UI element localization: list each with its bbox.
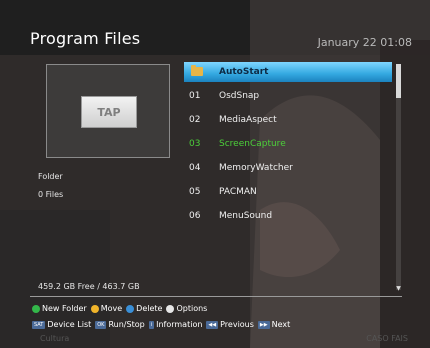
options-label: Options xyxy=(176,304,208,313)
forward-key-icon: ▶▶ xyxy=(257,320,270,329)
yellow-button-icon xyxy=(90,304,99,313)
list-item-name: AutoStart xyxy=(219,67,269,77)
list-item-autostart[interactable]: AutoStart xyxy=(184,62,392,82)
green-button-icon xyxy=(32,304,40,313)
screen: Program Files January 22 01:08 TAP Folde… xyxy=(0,0,430,348)
list-item-name: MediaAspect xyxy=(219,115,277,125)
file-list: AutoStart 01 OsdSnap 02 MediaAspect 03 S… xyxy=(184,62,404,292)
scrollbar[interactable]: ▼ xyxy=(395,64,402,292)
list-item-number: 02 xyxy=(189,115,201,125)
list-item-number: 05 xyxy=(189,187,201,197)
new-folder-label: New Folder xyxy=(42,304,87,313)
tap-label: TAP xyxy=(97,105,121,119)
divider xyxy=(30,296,402,297)
list-item-name: MenuSound xyxy=(219,211,273,221)
item-type: Folder xyxy=(38,172,63,181)
list-item[interactable]: 05 PACMAN xyxy=(184,182,392,202)
list-item-number: 06 xyxy=(189,211,201,221)
delete-action[interactable]: Delete xyxy=(126,304,162,313)
new-folder-action[interactable]: New Folder xyxy=(32,304,87,313)
info-key-icon: i xyxy=(148,320,155,329)
scroll-down-icon[interactable]: ▼ xyxy=(395,286,402,292)
list-item[interactable]: 04 MemoryWatcher xyxy=(184,158,392,178)
list-item-name: PACMAN xyxy=(219,187,257,197)
list-item-name: MemoryWatcher xyxy=(219,163,293,173)
list-item[interactable]: 03 ScreenCapture xyxy=(184,134,392,154)
scrollbar-thumb[interactable] xyxy=(396,64,401,98)
run-stop-action[interactable]: OK Run/Stop xyxy=(95,320,145,329)
previous-action[interactable]: ◀◀ Previous xyxy=(206,320,254,329)
channel-logo-left: Cultura xyxy=(40,334,70,343)
color-key-legend: New Folder Move Delete Options xyxy=(32,304,211,313)
header: Program Files January 22 01:08 xyxy=(18,26,412,54)
options-action[interactable]: Options xyxy=(166,304,207,313)
list-item[interactable]: 01 OsdSnap xyxy=(184,86,392,106)
sat-key-icon: SAT xyxy=(32,320,46,329)
move-action[interactable]: Move xyxy=(90,304,123,313)
previous-label: Previous xyxy=(220,320,254,329)
page-title: Program Files xyxy=(30,29,141,48)
device-list-action[interactable]: SAT Device List xyxy=(32,320,91,329)
file-count: 0 Files xyxy=(38,190,64,199)
next-action[interactable]: ▶▶ Next xyxy=(257,320,291,329)
remote-key-legend: SAT Device List OK Run/Stop i Informatio… xyxy=(32,320,294,329)
rewind-key-icon: ◀◀ xyxy=(206,320,219,329)
list-item-number: 01 xyxy=(189,91,201,101)
list-item-number: 03 xyxy=(189,139,201,149)
device-list-label: Device List xyxy=(47,320,92,329)
list-item-number: 04 xyxy=(189,163,201,173)
list-item-name: OsdSnap xyxy=(219,91,260,101)
list-item[interactable]: 06 MenuSound xyxy=(184,206,392,226)
delete-label: Delete xyxy=(136,304,163,313)
date-time: January 22 01:08 xyxy=(317,36,412,49)
folder-icon xyxy=(191,65,203,76)
channel-logo-right: CASO FAIS xyxy=(366,334,408,343)
information-action[interactable]: i Information xyxy=(148,320,203,329)
tap-icon: TAP xyxy=(81,96,137,128)
preview-box: TAP xyxy=(46,64,170,158)
blue-button-icon xyxy=(126,304,135,313)
list-item[interactable]: 02 MediaAspect xyxy=(184,110,392,130)
run-stop-label: Run/Stop xyxy=(108,320,145,329)
move-label: Move xyxy=(100,304,123,313)
list-item-name: ScreenCapture xyxy=(219,139,286,149)
storage-info: 459.2 GB Free / 463.7 GB xyxy=(38,282,140,291)
information-label: Information xyxy=(156,320,203,329)
ok-key-icon: OK xyxy=(95,320,107,329)
next-label: Next xyxy=(271,320,291,329)
white-button-icon xyxy=(166,304,175,313)
